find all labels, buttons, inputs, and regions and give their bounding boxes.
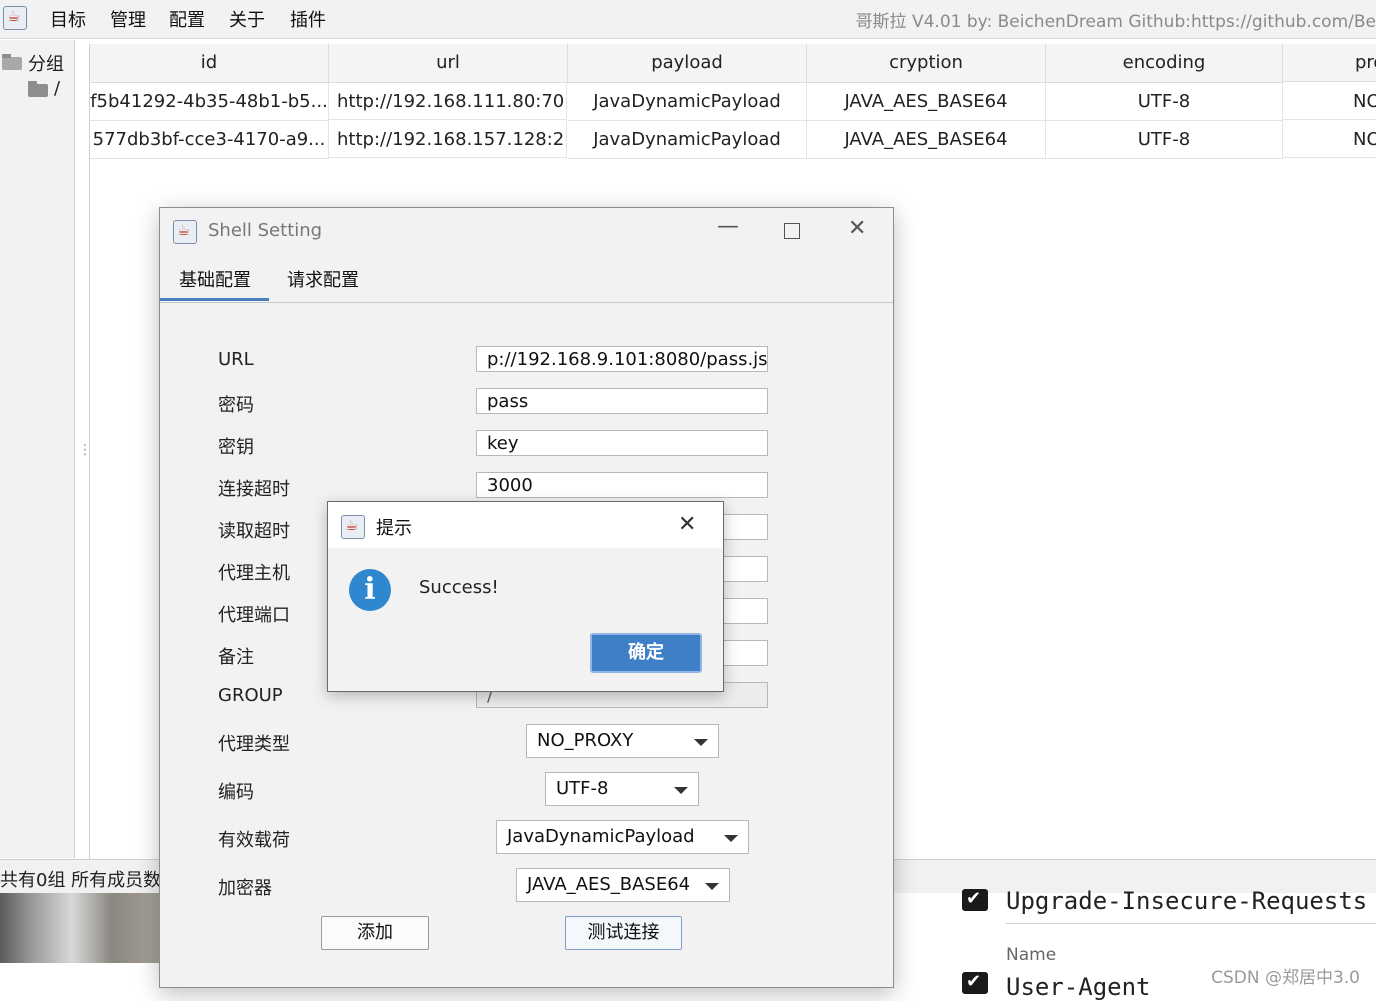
table-cell-payload[interactable]: JavaDynamicPayload [568, 121, 807, 159]
label-proxy-host: 代理主机 [218, 563, 290, 584]
label-proxy-type: 代理类型 [218, 734, 290, 755]
encoding-select[interactable]: UTF-8 [545, 772, 699, 806]
column-header-url[interactable]: url [329, 44, 568, 83]
name-label: Name [1006, 945, 1057, 965]
key-field[interactable]: key [476, 430, 768, 456]
dialog-title: 提示 [376, 518, 412, 539]
header-item-label: Upgrade-Insecure-Requests [1006, 887, 1368, 915]
label-group: GROUP [218, 685, 283, 706]
watermark: CSDN @郑居中3.0 [1211, 968, 1360, 988]
column-header-cryption[interactable]: cryption [807, 44, 1046, 83]
java-app-icon [173, 220, 197, 244]
table-cell-cryption[interactable]: JAVA_AES_BASE64 [807, 121, 1046, 159]
table-cell-proxy[interactable]: NO [1283, 83, 1376, 120]
table-cell-payload[interactable]: JavaDynamicPayload [568, 83, 807, 121]
column-header-id[interactable]: id [90, 44, 329, 83]
test-connection-button[interactable]: 测试连接 [565, 916, 682, 950]
table-cell-cryption[interactable]: JAVA_AES_BASE64 [807, 83, 1046, 121]
table-cell-id[interactable]: 577db3bf-cce3-4170-a9... [90, 121, 329, 159]
menu-config[interactable]: 配置 [169, 6, 205, 32]
encoding-value: UTF-8 [556, 778, 609, 799]
ok-button[interactable]: 确定 [590, 633, 702, 673]
group-tree-item-root[interactable]: / [54, 78, 60, 99]
close-icon[interactable]: ✕ [848, 216, 866, 241]
proxy-type-select[interactable]: NO_PROXY [526, 724, 719, 758]
maximize-icon[interactable] [784, 223, 800, 239]
tab-request-config[interactable]: 请求配置 [287, 266, 359, 292]
label-connect-timeout: 连接超时 [218, 479, 290, 500]
window-titlebar[interactable]: Shell Setting — ✕ [160, 208, 893, 254]
table-cell-url[interactable]: http://192.168.111.80:70... [329, 83, 567, 120]
label-read-timeout: 读取超时 [218, 521, 290, 542]
menu-target[interactable]: 目标 [50, 6, 86, 32]
menu-about[interactable]: 关于 [229, 6, 265, 32]
label-cryption: 加密器 [218, 878, 272, 899]
close-icon[interactable]: ✕ [678, 512, 696, 537]
payload-value: JavaDynamicPayload [507, 826, 695, 847]
label-payload: 有效载荷 [218, 830, 290, 851]
table-cell-encoding[interactable]: UTF-8 [1046, 83, 1283, 121]
chevron-down-icon [705, 883, 719, 890]
divider [1006, 923, 1376, 924]
cryption-value: JAVA_AES_BASE64 [527, 874, 691, 895]
table-cell-encoding[interactable]: UTF-8 [1046, 121, 1283, 159]
menu-bar: 目标 管理 配置 关于 插件 哥斯拉 V4.01 by: BeichenDrea… [0, 0, 1376, 39]
chevron-down-icon [674, 787, 688, 794]
proxy-type-value: NO_PROXY [537, 730, 634, 751]
java-app-icon [3, 6, 27, 30]
label-proxy-port: 代理端口 [218, 605, 290, 626]
settings-tab-bar: 基础配置 请求配置 [160, 254, 893, 303]
add-button[interactable]: 添加 [321, 916, 429, 950]
label-url: URL [218, 349, 254, 370]
checkbox-checked-icon[interactable] [962, 971, 988, 994]
table-cell-proxy[interactable]: NO [1283, 121, 1376, 158]
table-cell-id[interactable]: f5b41292-4b35-48b1-b5... [90, 83, 329, 121]
open-folder-icon [2, 54, 22, 70]
dialog-titlebar[interactable]: 提示 ✕ [328, 502, 723, 548]
group-tree-root-label[interactable]: 分组 [28, 50, 64, 76]
header-item-label: User-Agent [1006, 973, 1151, 1001]
chevron-down-icon [724, 835, 738, 842]
info-icon: i [349, 569, 391, 611]
minimize-icon[interactable]: — [717, 214, 739, 239]
dialog-message: Success! [419, 577, 499, 598]
status-text: 共有0组 所有成员数:2 [0, 870, 179, 891]
tab-basic-config[interactable]: 基础配置 [179, 266, 251, 292]
cryption-select[interactable]: JAVA_AES_BASE64 [516, 868, 730, 902]
column-header-proxy[interactable]: pro [1283, 44, 1376, 82]
label-password: 密码 [218, 395, 254, 416]
message-dialog: 提示 ✕ i Success! 确定 [327, 501, 724, 692]
group-tree-panel: 分组 / ⋮ [0, 40, 92, 858]
password-field[interactable]: pass [476, 388, 768, 414]
chevron-down-icon [694, 739, 708, 746]
column-header-encoding[interactable]: encoding [1046, 44, 1283, 83]
label-remark: 备注 [218, 647, 254, 668]
label-key: 密钥 [218, 437, 254, 458]
url-field[interactable]: p://192.168.9.101:8080/pass.jsp [476, 346, 768, 372]
menu-plugins[interactable]: 插件 [290, 6, 326, 32]
background-photo [0, 893, 160, 963]
folder-icon [28, 81, 48, 97]
active-tab-indicator [160, 298, 269, 301]
java-app-icon [341, 515, 365, 539]
payload-select[interactable]: JavaDynamicPayload [496, 820, 749, 854]
window-title: Shell Setting [208, 220, 323, 241]
column-header-payload[interactable]: payload [568, 44, 807, 83]
menu-manage[interactable]: 管理 [110, 6, 146, 32]
checkbox-checked-icon[interactable] [962, 888, 988, 911]
app-title-info: 哥斯拉 V4.01 by: BeichenDream Github:https:… [855, 12, 1376, 32]
label-encoding: 编码 [218, 782, 254, 803]
table-cell-url[interactable]: http://192.168.157.128:2... [329, 121, 567, 158]
connect-timeout-field[interactable]: 3000 [476, 472, 768, 498]
